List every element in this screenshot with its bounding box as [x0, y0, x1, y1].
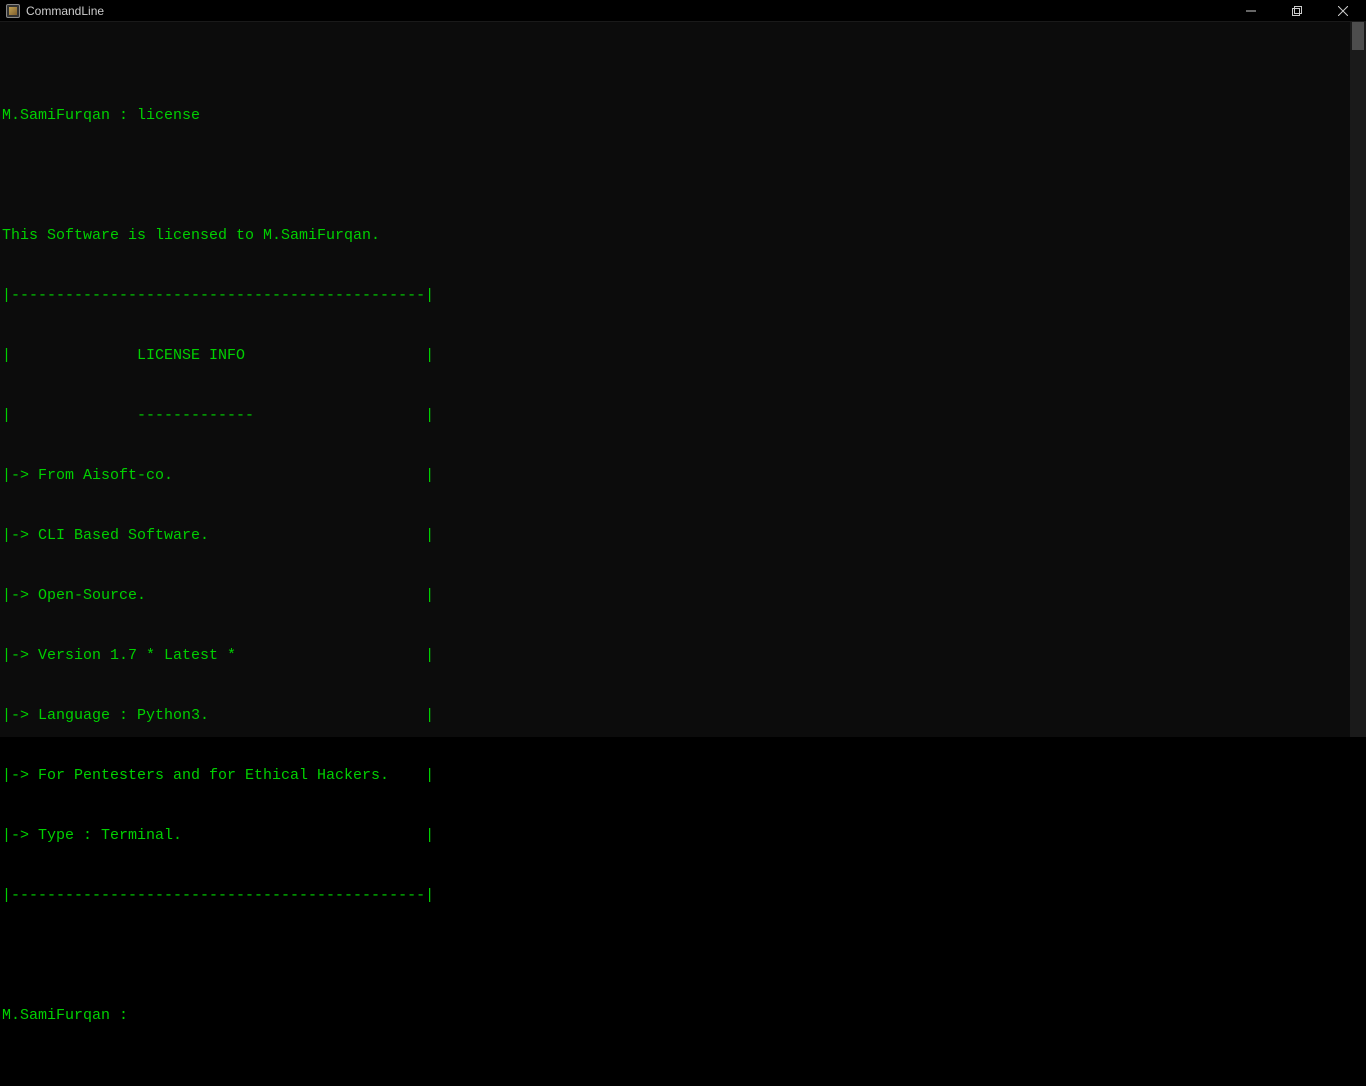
minimize-button[interactable]	[1228, 0, 1274, 21]
terminal-body[interactable]: M.SamiFurqan : license This Software is …	[0, 22, 1366, 737]
terminal-line: | LICENSE INFO |	[2, 346, 1366, 366]
window-title: CommandLine	[26, 4, 104, 18]
terminal-line: |---------------------------------------…	[2, 886, 1366, 906]
terminal-line: | ------------- |	[2, 406, 1366, 426]
scrollbar-thumb[interactable]	[1352, 22, 1364, 50]
terminal-line: |-> CLI Based Software. |	[2, 526, 1366, 546]
terminal-line: M.SamiFurqan : license	[2, 106, 1366, 126]
maximize-button[interactable]	[1274, 0, 1320, 21]
prompt-text: M.SamiFurqan :	[2, 1007, 137, 1024]
terminal-line	[2, 946, 1366, 966]
terminal-line: |---------------------------------------…	[2, 286, 1366, 306]
vertical-scrollbar[interactable]	[1350, 22, 1366, 737]
terminal-line: |-> For Pentesters and for Ethical Hacke…	[2, 766, 1366, 786]
terminal-line: This Software is licensed to M.SamiFurqa…	[2, 226, 1366, 246]
terminal-line: |-> Open-Source. |	[2, 586, 1366, 606]
terminal-content: M.SamiFurqan : license This Software is …	[0, 66, 1366, 1066]
window-controls	[1228, 0, 1366, 21]
terminal-line: |-> Version 1.7 * Latest * |	[2, 646, 1366, 666]
terminal-line: |-> Language : Python3. |	[2, 706, 1366, 726]
terminal-line	[2, 166, 1366, 186]
terminal-prompt: M.SamiFurqan :	[2, 1006, 1366, 1026]
terminal-line: |-> From Aisoft-co. |	[2, 466, 1366, 486]
window-titlebar: CommandLine	[0, 0, 1366, 22]
close-button[interactable]	[1320, 0, 1366, 21]
titlebar-left: CommandLine	[6, 4, 104, 18]
app-icon	[6, 4, 20, 18]
terminal-line: |-> Type : Terminal. |	[2, 826, 1366, 846]
